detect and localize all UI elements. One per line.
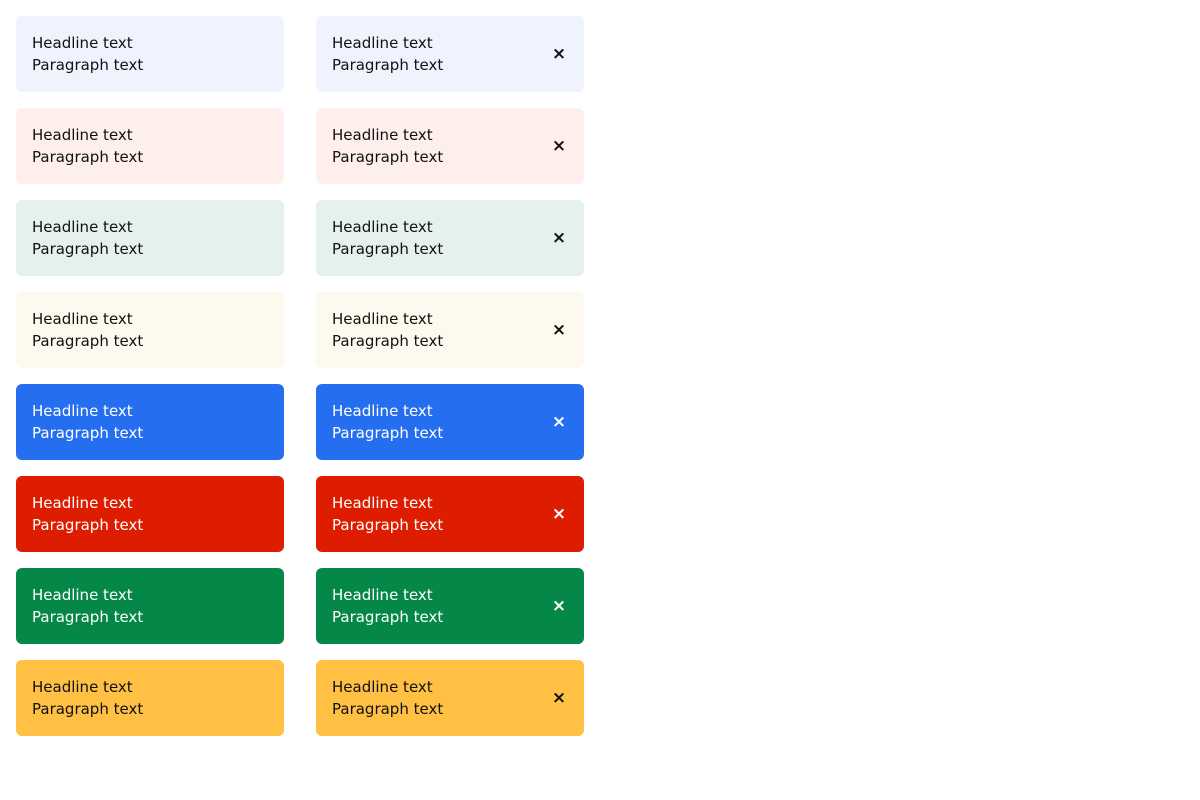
banner-warning-strong: Headline text Paragraph text	[16, 660, 284, 736]
banner-success-strong: Headline text Paragraph text	[16, 568, 284, 644]
banner-headline: Headline text	[32, 126, 133, 144]
banner-error-strong: Headline text Paragraph text	[16, 476, 284, 552]
banner-success-strong-dismissible: Headline text Paragraph text ×	[316, 568, 584, 644]
banner-headline: Headline text	[32, 586, 133, 604]
banner-paragraph: Paragraph text	[332, 608, 444, 626]
banner-success-light-dismissible: Headline text Paragraph text ×	[316, 200, 584, 276]
close-icon[interactable]: ×	[550, 43, 568, 65]
banner-paragraph: Paragraph text	[332, 516, 444, 534]
banner-error-light: Headline text Paragraph text	[16, 108, 284, 184]
close-icon[interactable]: ×	[550, 319, 568, 341]
close-icon[interactable]: ×	[550, 687, 568, 709]
banner-headline: Headline text	[332, 678, 433, 696]
close-icon[interactable]: ×	[550, 227, 568, 249]
banner-paragraph: Paragraph text	[332, 332, 444, 350]
banner-headline: Headline text	[32, 402, 133, 420]
banner-paragraph: Paragraph text	[332, 240, 444, 258]
banner-info-strong-dismissible: Headline text Paragraph text ×	[316, 384, 584, 460]
banner-headline: Headline text	[32, 34, 133, 52]
banner-paragraph: Paragraph text	[32, 148, 144, 166]
banner-paragraph: Paragraph text	[32, 332, 144, 350]
banner-paragraph: Paragraph text	[32, 608, 144, 626]
banner-column-dismissible: Headline text Paragraph text × Headline tex…	[316, 16, 584, 752]
banner-paragraph: Paragraph text	[32, 700, 144, 718]
banner-warning-light: Headline text Paragraph text	[16, 292, 284, 368]
banner-paragraph: Paragraph text	[32, 240, 144, 258]
banner-showcase: Headline text Paragraph text Headline text…	[0, 0, 1200, 800]
banner-info-light-dismissible: Headline text Paragraph text ×	[316, 16, 584, 92]
banner-error-strong-dismissible: Headline text Paragraph text ×	[316, 476, 584, 552]
banner-paragraph: Paragraph text	[32, 424, 144, 442]
banner-headline: Headline text	[332, 34, 433, 52]
banner-headline: Headline text	[332, 586, 433, 604]
close-icon[interactable]: ×	[550, 135, 568, 157]
banner-warning-light-dismissible: Headline text Paragraph text ×	[316, 292, 584, 368]
banner-paragraph: Paragraph text	[332, 148, 444, 166]
banner-headline: Headline text	[32, 218, 133, 236]
banner-headline: Headline text	[332, 310, 433, 328]
banner-paragraph: Paragraph text	[32, 516, 144, 534]
banner-paragraph: Paragraph text	[332, 700, 444, 718]
close-icon[interactable]: ×	[550, 595, 568, 617]
banner-headline: Headline text	[332, 218, 433, 236]
banner-paragraph: Paragraph text	[32, 56, 144, 74]
banner-headline: Headline text	[32, 494, 133, 512]
banner-column-static: Headline text Paragraph text Headline text…	[16, 16, 284, 752]
banner-headline: Headline text	[332, 402, 433, 420]
banner-paragraph: Paragraph text	[332, 56, 444, 74]
banner-headline: Headline text	[32, 310, 133, 328]
banner-info-light: Headline text Paragraph text	[16, 16, 284, 92]
close-icon[interactable]: ×	[550, 411, 568, 433]
banner-info-strong: Headline text Paragraph text	[16, 384, 284, 460]
banner-headline: Headline text	[32, 678, 133, 696]
banner-success-light: Headline text Paragraph text	[16, 200, 284, 276]
banner-headline: Headline text	[332, 126, 433, 144]
close-icon[interactable]: ×	[550, 503, 568, 525]
banner-headline: Headline text	[332, 494, 433, 512]
banner-warning-strong-dismissible: Headline text Paragraph text ×	[316, 660, 584, 736]
banner-error-light-dismissible: Headline text Paragraph text ×	[316, 108, 584, 184]
banner-paragraph: Paragraph text	[332, 424, 444, 442]
